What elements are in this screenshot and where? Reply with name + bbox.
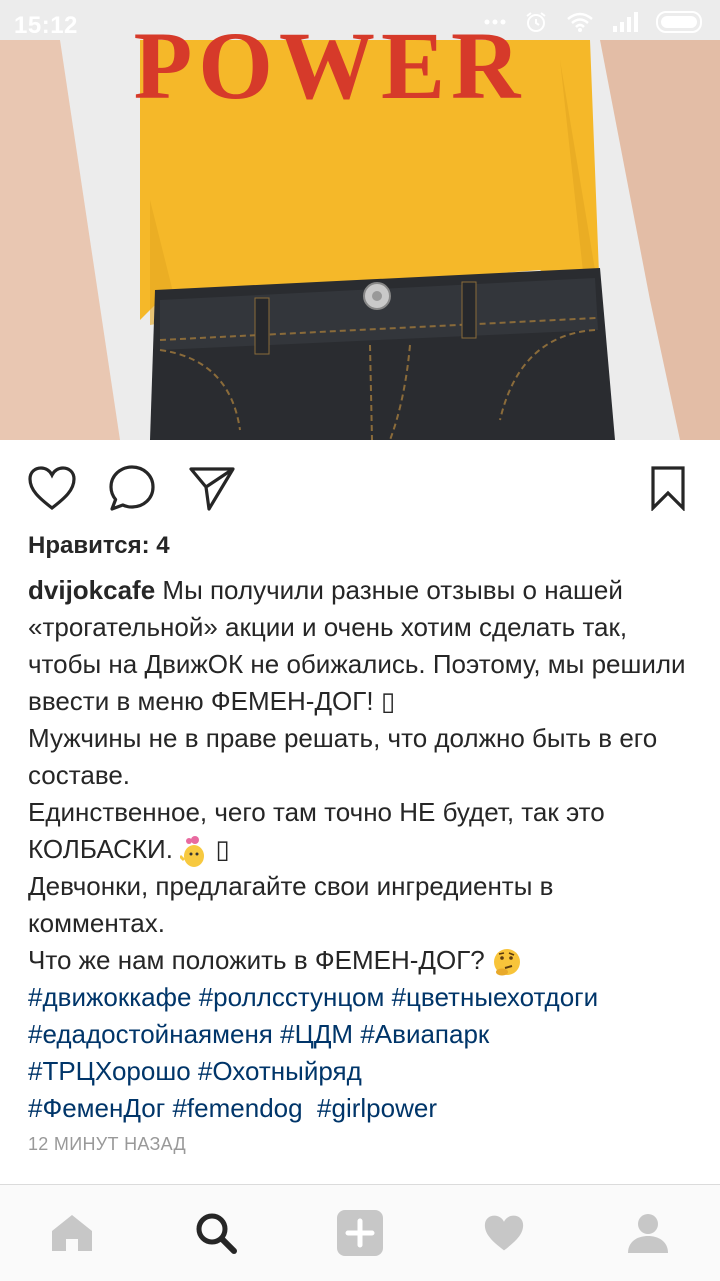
share-icon: [189, 467, 235, 511]
save-button[interactable]: [642, 462, 694, 514]
caption-paragraph-1: dvijokcafe Мы получили разные отзывы о н…: [28, 572, 692, 720]
hashtag-link[interactable]: #Охотныйряд: [198, 1056, 362, 1086]
post-caption: dvijokcafe Мы получили разные отзывы о н…: [28, 572, 692, 1127]
caption-text-3: Единственное, чего там точно НЕ будет, т…: [28, 797, 605, 864]
post-actions: [0, 440, 720, 530]
hashtag-link[interactable]: #girlpower: [317, 1093, 437, 1123]
home-icon: [52, 1215, 92, 1251]
nav-activity[interactable]: [480, 1209, 528, 1257]
wifi-icon: [566, 12, 594, 32]
status-icons: [484, 10, 706, 34]
nav-add[interactable]: [336, 1209, 384, 1257]
nav-search[interactable]: [192, 1209, 240, 1257]
likes-count[interactable]: Нравится: 4: [28, 532, 170, 560]
profile-icon: [628, 1214, 668, 1253]
share-button[interactable]: [186, 462, 238, 514]
search-icon: [196, 1213, 237, 1254]
post-photo: POWER: [0, 0, 720, 440]
caption-hashtags-line-3: #ТРЦХорошо #Охотныйряд: [28, 1053, 692, 1090]
caption-paragraph-2: Мужчины не в праве решать, что должно бы…: [28, 723, 658, 790]
missing-glyph-2: ▯: [215, 834, 230, 864]
add-icon: [337, 1210, 383, 1256]
alarm-icon: [524, 10, 548, 34]
hashtag-link[interactable]: #ТРЦХорошо: [28, 1056, 191, 1086]
comment-button[interactable]: [106, 462, 158, 514]
hashtag-link[interactable]: #ЦДМ: [280, 1019, 353, 1049]
caption-hashtags-line-1: #движоккафе #роллсстунцом #цветныехотдог…: [28, 979, 692, 1016]
bookmark-icon: [651, 466, 685, 511]
nav-home[interactable]: [48, 1209, 96, 1257]
hashtag-link[interactable]: #движоккафе: [28, 982, 191, 1012]
missing-glyph-1: ▯: [380, 686, 396, 716]
battery-icon: [656, 11, 706, 33]
caption-hashtags-line-2: #едадостойнаяменя #ЦДМ #Авиапарк: [28, 1016, 692, 1053]
hashtag-link[interactable]: #роллсстунцом: [199, 982, 385, 1012]
comment-icon: [109, 465, 155, 511]
cartoon-emoji-icon: [180, 836, 205, 868]
status-time: 15:12: [14, 12, 78, 39]
thinking-face-icon: [494, 949, 520, 976]
post-timestamp: 12 МИНУТ НАЗАД: [28, 1134, 187, 1154]
caption-text-5: Что же нам положить в ФЕМЕН-ДОГ?: [28, 945, 492, 976]
hashtag-link[interactable]: #femendog: [172, 1093, 302, 1123]
dots-icon: [484, 18, 506, 26]
bottom-nav: [0, 1184, 720, 1281]
like-button[interactable]: [26, 462, 78, 514]
caption-paragraph-4: Девчонки, предлагайте свои ингредиенты в…: [28, 871, 554, 939]
hashtag-link[interactable]: #Авиапарк: [360, 1019, 489, 1049]
hashtag-link[interactable]: #цветныехотдоги: [392, 982, 599, 1012]
caption-paragraph-3: Единственное, чего там точно НЕ будет, т…: [28, 794, 692, 868]
activity-heart-icon: [484, 1215, 524, 1251]
nav-profile[interactable]: [624, 1209, 672, 1257]
hashtag-link[interactable]: #едадостойнаяменя: [28, 1019, 273, 1049]
caption-username[interactable]: dvijokcafe: [28, 575, 155, 605]
caption-paragraph-5: Что же нам положить в ФЕМЕН-ДОГ?: [28, 942, 692, 979]
heart-icon: [28, 466, 76, 511]
signal-icon: [612, 12, 638, 32]
post-image[interactable]: POWER: [0, 0, 720, 440]
caption-hashtags-line-4: #ФеменДог #femendog #girlpower: [28, 1090, 692, 1127]
status-bar: 15:12: [0, 0, 720, 48]
hashtag-link[interactable]: #ФеменДог: [28, 1093, 165, 1123]
